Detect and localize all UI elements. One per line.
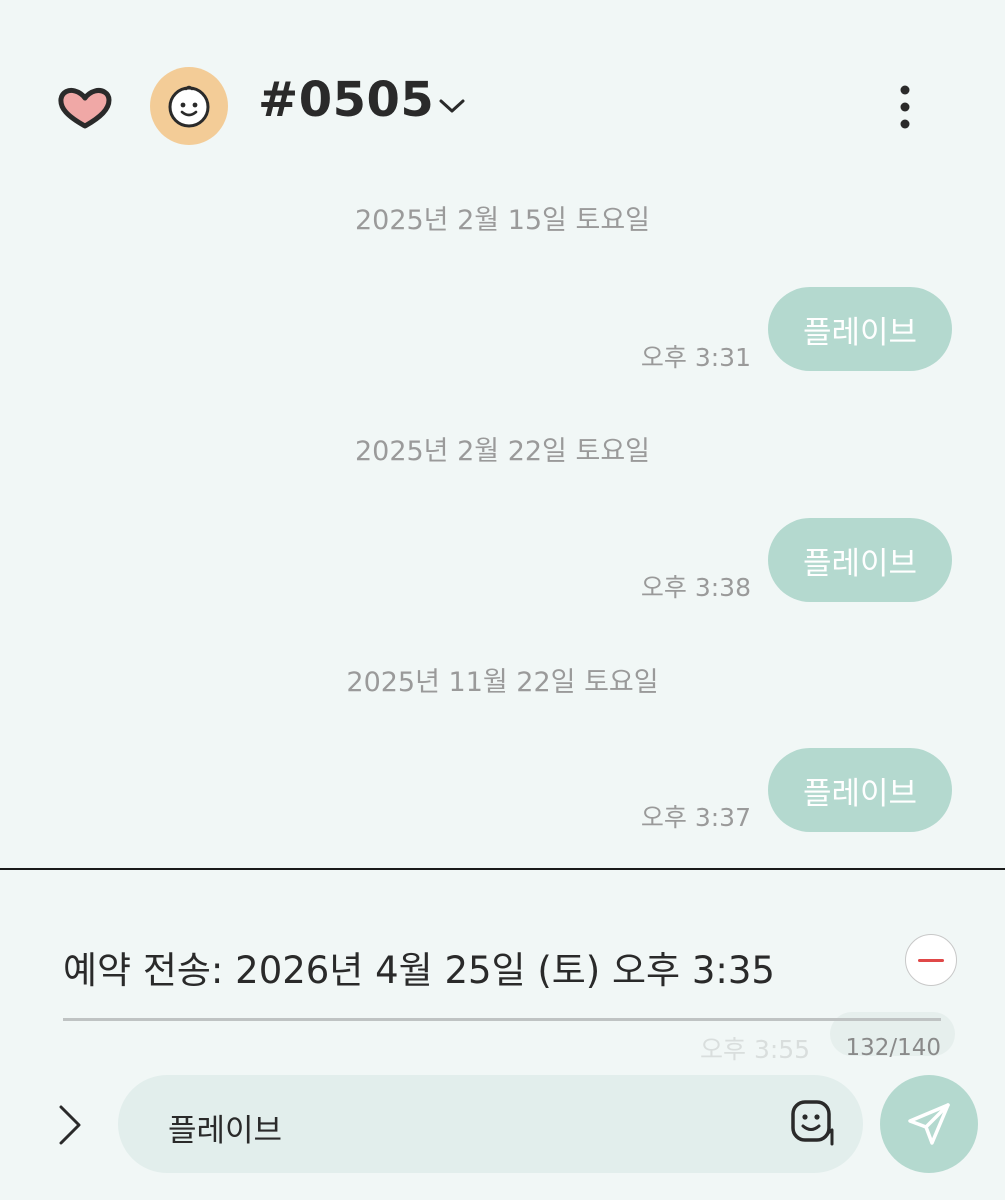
- send-button[interactable]: [880, 1075, 978, 1173]
- smiley-face-icon: [168, 85, 210, 128]
- chat-title[interactable]: #0505: [258, 72, 434, 128]
- heart-icon[interactable]: [57, 86, 113, 130]
- message-time: 오후 3:38: [640, 573, 751, 602]
- more-vertical-icon[interactable]: [885, 80, 925, 136]
- chevron-down-icon[interactable]: [437, 95, 467, 117]
- char-counter: 132/140: [845, 1035, 941, 1061]
- message-time: 오후 3:37: [640, 803, 751, 832]
- message-time: 오후 3:31: [640, 343, 751, 372]
- avatar[interactable]: [150, 67, 228, 145]
- emoji-icon[interactable]: [790, 1099, 838, 1147]
- date-separator: 2025년 2월 22일 토요일: [354, 436, 651, 467]
- date-separator: 2025년 2월 15일 토요일: [354, 205, 651, 236]
- message-bubble[interactable]: 플레이브: [768, 287, 952, 371]
- message-bubble[interactable]: 플레이브: [768, 518, 952, 602]
- remove-schedule-button[interactable]: [905, 934, 957, 986]
- scheduled-send-label[interactable]: 예약 전송: 2026년 4월 25일 (토) 오후 3:35: [63, 940, 775, 994]
- chevron-right-icon[interactable]: [55, 1103, 85, 1147]
- schedule-underline: [63, 1018, 941, 1021]
- message-bubble[interactable]: 플레이브: [768, 748, 952, 832]
- message-input[interactable]: 플레이브: [118, 1075, 863, 1173]
- message-input-value: 플레이브: [168, 1113, 283, 1149]
- chat-header: #0505: [0, 0, 1005, 190]
- send-icon: [908, 1103, 950, 1145]
- ghost-time: 오후 3:55: [700, 1035, 811, 1064]
- date-separator: 2025년 11월 22일 토요일: [346, 667, 659, 698]
